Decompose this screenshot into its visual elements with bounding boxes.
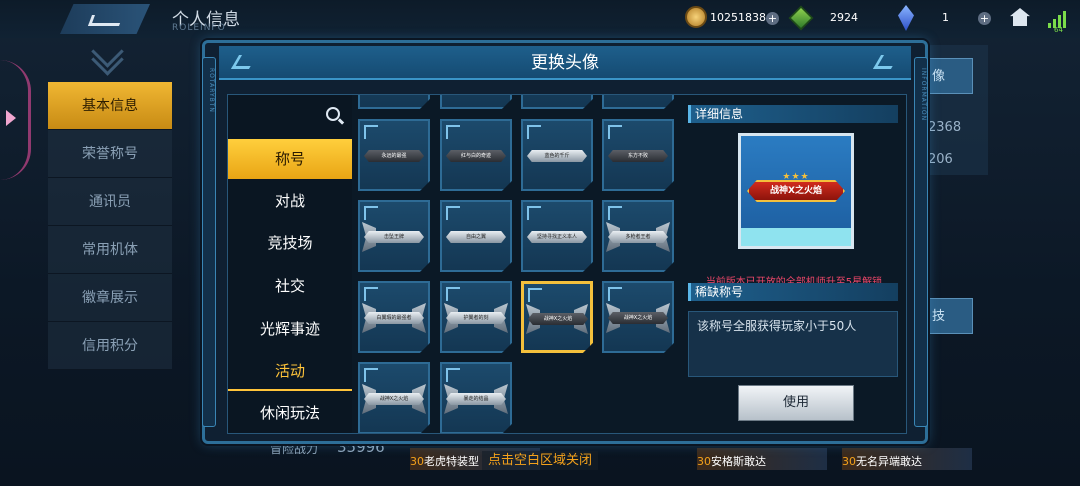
game-screen: { "header": {"title": "个人信息", "subtitle"…: [0, 0, 1080, 486]
coin-icon: [685, 6, 707, 28]
title-tile[interactable]: [358, 95, 430, 109]
side-label: ROTARYBTN: [208, 68, 215, 113]
title-tile[interactable]: [440, 95, 512, 109]
title-plate: 击坠王牌: [364, 231, 424, 243]
signal-value: 64: [1054, 26, 1063, 34]
title-tile[interactable]: 战神X之火焰: [358, 362, 430, 433]
details-panel: 详细信息 ★★★ 战神X之火焰 当前版本已开放的全部机师升至5星解锁 稀缺称号 …: [688, 103, 900, 427]
add-coins-button[interactable]: +: [766, 12, 779, 25]
category-arena[interactable]: 竞技场: [228, 223, 352, 263]
modal-side-right: INFORMATION: [914, 57, 928, 427]
crystal-amount: 1: [942, 11, 949, 24]
category-social[interactable]: 社交: [228, 266, 352, 306]
title-tile[interactable]: 红与白的奇迹: [440, 119, 512, 191]
title-plate: 战神X之火焰: [364, 393, 424, 405]
title-plate: 暴走的结晶: [446, 393, 506, 405]
title-tile[interactable]: 暴走的结晶: [440, 362, 512, 433]
title-plate: 蓝色的千斤: [527, 150, 587, 162]
home-icon[interactable]: [1010, 8, 1030, 26]
title-tile[interactable]: 击坠王牌: [358, 200, 430, 272]
title-plate: 护翼者的刻: [446, 312, 506, 324]
title-grid: 永远的最强 红与白的奇迹 蓝色的千斤 东方不败 击坠王牌 自由之翼 坚持寻找正义…: [354, 95, 684, 433]
back-button[interactable]: [60, 4, 150, 34]
modal-body: 称号 对战 竞技场 社交 光辉事迹 活动 休闲玩法 永远的最强 红与白的奇迹 蓝…: [227, 94, 907, 434]
cube-amount: 2924: [830, 11, 858, 24]
use-button[interactable]: 使用: [738, 385, 854, 421]
category-event[interactable]: 活动: [228, 351, 352, 391]
title-tile[interactable]: 蓝色的千斤: [521, 119, 593, 191]
preview-footer: [741, 228, 851, 246]
title-plate: 多枪者王者: [608, 231, 668, 243]
title-tile[interactable]: 多枪者王者: [602, 200, 674, 272]
left-nav: 基本信息 荣誉称号 通讯员 常用机体 徽章展示 信用积分: [48, 82, 172, 370]
close-hint-text: 点击空白区域关闭: [481, 451, 598, 470]
crystal-icon: [898, 5, 914, 31]
search-icon[interactable]: [326, 107, 340, 121]
nav-item-common-mech[interactable]: 常用机体: [48, 226, 172, 274]
category-casual[interactable]: 休闲玩法: [228, 393, 352, 433]
title-tile[interactable]: 护翼者的刻: [440, 281, 512, 353]
title-tile[interactable]: 战神X之火焰: [602, 281, 674, 353]
close-hint[interactable]: 点击空白区域关闭: [0, 449, 1080, 470]
bg-number-2: 206: [928, 152, 953, 167]
title-tile[interactable]: [521, 95, 593, 109]
title-plate: 坚持寻找正义本人: [527, 231, 587, 243]
title-tile[interactable]: 永远的最强: [358, 119, 430, 191]
add-crystal-button[interactable]: +: [978, 12, 991, 25]
modal-header: 更换头像: [219, 46, 911, 80]
title-description: 该称号全服获得玩家小于50人: [688, 311, 898, 377]
rarity-heading: 稀缺称号: [688, 283, 898, 301]
bg-button-skill: 技: [925, 298, 973, 334]
title-tile[interactable]: [602, 95, 674, 109]
title-plate: 红与白的奇迹: [446, 150, 506, 162]
modal-side-left: ROTARYBTN: [202, 57, 216, 427]
bg-number-1: 2368: [928, 120, 962, 135]
title-plate: 战神X之火焰: [528, 313, 588, 325]
category-list: 称号 对战 竞技场 社交 光辉事迹 活动 休闲玩法: [228, 95, 352, 433]
title-tile-selected[interactable]: 战神X之火焰: [521, 281, 593, 353]
collapse-chevron-icon[interactable]: [84, 44, 134, 72]
title-tile[interactable]: 坚持寻找正义本人: [521, 200, 593, 272]
title-plate: 自由之翼: [446, 231, 506, 243]
title-tile[interactable]: 白翼瑕的最强者: [358, 281, 430, 353]
coin-amount: 10251838: [710, 11, 766, 24]
title-plate: 东方不败: [608, 150, 668, 162]
modal-title: 更换头像: [531, 53, 599, 73]
category-title[interactable]: 称号: [228, 139, 352, 179]
title-tile[interactable]: 东方不败: [602, 119, 674, 191]
title-plate: 永远的最强: [364, 150, 424, 162]
title-tile[interactable]: 自由之翼: [440, 200, 512, 272]
top-bar: 个人信息 ROLEINFO 10251838 + 2924 1 + 64: [0, 0, 1080, 38]
page-subtitle: ROLEINFO: [172, 23, 226, 33]
details-heading: 详细信息: [688, 105, 898, 123]
title-plate: 白翼瑕的最强者: [364, 312, 424, 324]
cube-icon: [788, 5, 814, 31]
title-preview: ★★★ 战神X之火焰: [738, 133, 854, 249]
nav-item-basic-info[interactable]: 基本信息: [48, 82, 172, 130]
nav-item-honor-title[interactable]: 荣誉称号: [48, 130, 172, 178]
nav-item-badge-display[interactable]: 徽章展示: [48, 274, 172, 322]
category-battle[interactable]: 对战: [228, 181, 352, 221]
side-label: INFORMATION: [920, 68, 927, 122]
nav-item-credit-score[interactable]: 信用积分: [48, 322, 172, 370]
category-glory[interactable]: 光辉事迹: [228, 309, 352, 349]
nav-item-communicator[interactable]: 通讯员: [48, 178, 172, 226]
left-decoration: [0, 40, 40, 200]
title-plate: 战神X之火焰: [608, 312, 668, 324]
bg-button-avatar: 像: [925, 58, 973, 94]
change-avatar-modal: ROTARYBTN INFORMATION 更换头像 称号 对战 竞技场 社交 …: [202, 40, 928, 444]
preview-title-plate: 战神X之火焰: [747, 180, 845, 202]
